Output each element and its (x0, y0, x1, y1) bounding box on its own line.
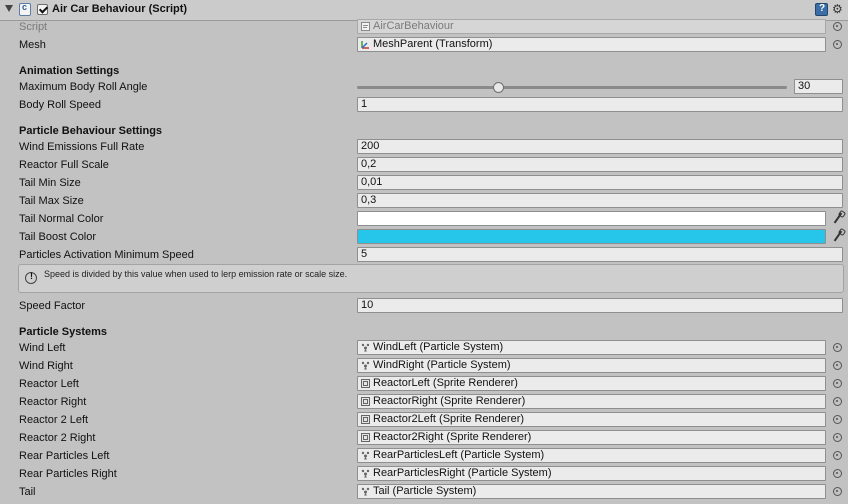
help-text: Speed is divided by this value when used… (44, 269, 348, 279)
sprite-renderer-icon (361, 433, 370, 442)
particle-system-field[interactable]: Reactor2Left (Sprite Renderer) (357, 412, 826, 427)
sprite-renderer-icon (361, 397, 370, 406)
info-help-box: Speed is divided by this value when used… (18, 264, 844, 293)
mesh-value: MeshParent (Transform) (373, 38, 493, 50)
eyedropper-icon[interactable] (833, 229, 843, 244)
object-picker-icon[interactable] (833, 415, 842, 424)
particle-system-field[interactable]: WindLeft (Particle System) (357, 340, 826, 355)
object-picker-icon[interactable] (833, 379, 842, 388)
wind-emissions-input[interactable]: 200 (357, 139, 843, 154)
tail-max-size-label: Tail Max Size (19, 195, 84, 207)
particle-system-label: Wind Left (19, 342, 66, 354)
particle-system-label: Reactor 2 Right (19, 432, 96, 444)
reactor-full-scale-input[interactable]: 0,2 (357, 157, 843, 172)
speed-factor-input[interactable]: 10 (357, 298, 843, 313)
particle-behaviour-header: Particle Behaviour Settings (19, 125, 163, 137)
roll-angle-slider-track[interactable] (357, 86, 787, 89)
object-picker-icon[interactable] (833, 343, 842, 352)
roll-angle-input[interactable]: 30 (794, 79, 843, 94)
object-picker-icon[interactable] (833, 487, 842, 496)
roll-angle-slider-thumb[interactable] (493, 82, 505, 93)
particle-system-field[interactable]: ReactorRight (Sprite Renderer) (357, 394, 826, 409)
particle-system-label: Rear Particles Left (19, 450, 110, 462)
eyedropper-icon[interactable] (833, 211, 843, 226)
particle-system-field[interactable]: ReactorLeft (Sprite Renderer) (357, 376, 826, 391)
tail-min-size-label: Tail Min Size (19, 177, 81, 189)
foldout-arrow-icon[interactable] (5, 5, 13, 12)
particle-system-icon (361, 343, 370, 352)
sprite-renderer-icon (361, 379, 370, 388)
particle-system-value: Tail (Particle System) (373, 485, 477, 497)
csharp-script-icon (19, 2, 31, 16)
speed-factor-label: Speed Factor (19, 300, 86, 312)
mesh-field[interactable]: MeshParent (Transform) (357, 37, 826, 52)
activation-speed-label: Particles Activation Minimum Speed (19, 249, 194, 261)
mesh-label: Mesh (19, 39, 46, 51)
activation-speed-input[interactable]: 5 (357, 247, 843, 262)
particle-system-icon (361, 361, 370, 370)
particle-system-field[interactable]: RearParticlesLeft (Particle System) (357, 448, 826, 463)
particle-system-label: Reactor 2 Left (19, 414, 89, 426)
particle-system-value: ReactorRight (Sprite Renderer) (373, 395, 526, 407)
particle-system-icon (361, 487, 370, 496)
component-title: Air Car Behaviour (Script) (52, 3, 188, 15)
object-picker-icon[interactable] (833, 361, 842, 370)
particle-system-value: RearParticlesLeft (Particle System) (373, 449, 545, 461)
sprite-renderer-icon (361, 415, 370, 424)
object-picker-icon[interactable] (833, 397, 842, 406)
script-object-picker-icon (833, 22, 842, 31)
roll-speed-input[interactable]: 1 (357, 97, 843, 112)
script-field: AirCarBehaviour (357, 19, 826, 34)
particle-system-value: ReactorLeft (Sprite Renderer) (373, 377, 518, 389)
enabled-checkbox[interactable] (37, 4, 48, 15)
script-asset-icon (361, 22, 370, 31)
animation-settings-header: Animation Settings (19, 65, 120, 77)
particle-system-label: Tail (19, 486, 36, 498)
object-picker-icon[interactable] (833, 433, 842, 442)
roll-speed-label: Body Roll Speed (19, 99, 101, 111)
particle-system-field[interactable]: Reactor2Right (Sprite Renderer) (357, 430, 826, 445)
object-picker-icon[interactable] (833, 451, 842, 460)
particle-systems-header: Particle Systems (19, 326, 108, 338)
script-label: Script (19, 21, 48, 33)
wind-emissions-label: Wind Emissions Full Rate (19, 141, 145, 153)
tail-min-size-input[interactable]: 0,01 (357, 175, 843, 190)
tail-normal-color-label: Tail Normal Color (19, 213, 104, 225)
particle-system-field[interactable]: Tail (Particle System) (357, 484, 826, 499)
tail-max-size-input[interactable]: 0,3 (357, 193, 843, 208)
help-book-icon[interactable] (815, 3, 828, 16)
mesh-object-picker-icon[interactable] (833, 40, 842, 49)
reactor-full-scale-label: Reactor Full Scale (19, 159, 109, 171)
particle-system-icon (361, 451, 370, 460)
tail-normal-color-swatch[interactable] (357, 211, 826, 226)
tail-boost-color-label: Tail Boost Color (19, 231, 97, 243)
info-icon (25, 271, 37, 284)
gear-icon[interactable]: ⚙ (832, 3, 844, 15)
script-value: AirCarBehaviour (373, 20, 454, 32)
particle-system-label: Reactor Left (19, 378, 79, 390)
tail-boost-color-swatch[interactable] (357, 229, 826, 244)
object-picker-icon[interactable] (833, 469, 842, 478)
particle-system-icon (361, 469, 370, 478)
particle-system-value: WindLeft (Particle System) (373, 341, 504, 353)
particle-system-value: WindRight (Particle System) (373, 359, 511, 371)
particle-system-value: Reactor2Left (Sprite Renderer) (373, 413, 525, 425)
particle-system-label: Wind Right (19, 360, 73, 372)
particle-system-value: Reactor2Right (Sprite Renderer) (373, 431, 532, 443)
particle-system-label: Rear Particles Right (19, 468, 117, 480)
roll-angle-label: Maximum Body Roll Angle (19, 81, 148, 93)
transform-icon (361, 41, 369, 49)
component-header: Air Car Behaviour (Script) ⚙ (0, 0, 848, 21)
particle-system-value: RearParticlesRight (Particle System) (373, 467, 552, 479)
particle-system-label: Reactor Right (19, 396, 87, 408)
particle-system-field[interactable]: WindRight (Particle System) (357, 358, 826, 373)
particle-system-field[interactable]: RearParticlesRight (Particle System) (357, 466, 826, 481)
